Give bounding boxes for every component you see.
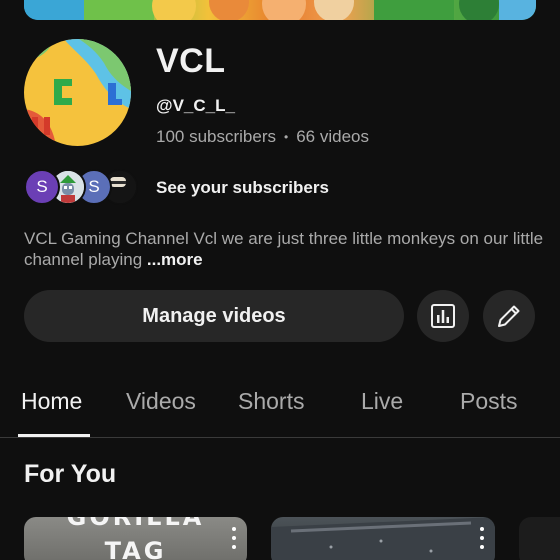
bar-chart-icon — [431, 304, 455, 328]
active-tab-indicator — [18, 434, 90, 437]
subscriber-avatar: S — [24, 169, 60, 205]
tab-posts[interactable]: Posts — [460, 388, 518, 415]
more-options-icon[interactable] — [231, 527, 237, 549]
channel-tabs: Home Videos Shorts Live Posts — [0, 380, 560, 438]
channel-banner[interactable] — [24, 0, 536, 20]
channel-stats: 100 subscribers • 66 videos — [156, 127, 369, 147]
more-link[interactable]: ...more — [147, 250, 203, 269]
video-thumbnail[interactable] — [519, 517, 560, 560]
description-text: VCL Gaming Channel Vcl we are just three… — [24, 229, 544, 269]
channel-description[interactable]: VCL Gaming Channel Vcl we are just three… — [24, 228, 544, 270]
banner-artwork — [24, 0, 536, 20]
thumbnail-title-line: GORILLA — [66, 517, 205, 531]
pencil-icon — [498, 305, 520, 327]
channel-handle: @V_C_L_ — [156, 96, 235, 115]
see-subscribers-link[interactable]: See your subscribers — [156, 178, 329, 198]
edit-channel-button[interactable] — [483, 290, 535, 342]
tab-videos[interactable]: Videos — [126, 388, 196, 415]
channel-avatar[interactable] — [24, 39, 131, 146]
video-count: 66 videos — [296, 127, 369, 146]
video-thumbnail[interactable] — [271, 517, 495, 560]
stats-separator: • — [284, 130, 289, 144]
subscriber-avatars[interactable]: S S — [24, 168, 138, 206]
thumbnail-title-line: TAG — [104, 537, 167, 560]
tab-home[interactable]: Home — [21, 388, 82, 415]
more-options-icon[interactable] — [479, 527, 485, 549]
section-title: For You — [24, 460, 117, 488]
thumbnail-image — [271, 517, 495, 560]
tab-shorts[interactable]: Shorts — [238, 388, 304, 415]
subscriber-count: 100 subscribers — [156, 127, 277, 146]
tab-live[interactable]: Live — [361, 388, 403, 415]
video-thumbnail[interactable]: GORILLA TAG — [24, 517, 247, 560]
channel-name: VCL — [156, 42, 226, 80]
analytics-button[interactable] — [417, 290, 469, 342]
manage-videos-button[interactable]: Manage videos — [24, 290, 404, 342]
avatar-artwork — [24, 39, 131, 146]
